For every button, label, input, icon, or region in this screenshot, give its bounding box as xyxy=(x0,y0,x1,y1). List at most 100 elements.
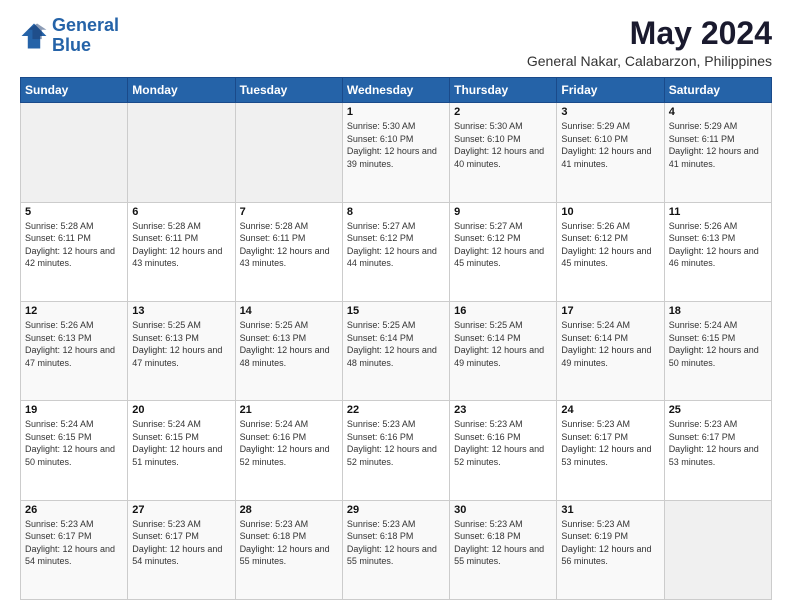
calendar-cell: 21 Sunrise: 5:24 AMSunset: 6:16 PMDayligh… xyxy=(235,401,342,500)
calendar-cell: 19Sunrise: 5:24 AMSunset: 6:15 PMDayligh… xyxy=(21,401,128,500)
day-info: Sunrise: 5:24 AMSunset: 6:14 PMDaylight:… xyxy=(561,319,659,369)
day-info: Sunrise: 5:24 AMSunset: 6:15 PMDaylight:… xyxy=(132,418,230,468)
calendar-cell xyxy=(128,103,235,202)
day-number: 9 xyxy=(454,206,552,218)
calendar-cell xyxy=(664,500,771,599)
calendar-cell: 26 Sunrise: 5:23 AMSunset: 6:17 PMDayligh… xyxy=(21,500,128,599)
calendar-cell xyxy=(21,103,128,202)
day-info: Sunrise: 5:30 AMSunset: 6:10 PMDaylight:… xyxy=(347,120,445,170)
calendar-header-wednesday: Wednesday xyxy=(342,78,449,103)
day-number: 23 xyxy=(454,404,552,416)
calendar-cell: 28 Sunrise: 5:23 AMSunset: 6:18 PMDayligh… xyxy=(235,500,342,599)
day-info: Sunrise: 5:23 AMSunset: 6:19 PMDaylight:… xyxy=(561,518,659,568)
day-number: 29 xyxy=(347,504,445,516)
day-number: 14 xyxy=(240,305,338,317)
day-number: 12 xyxy=(25,305,123,317)
day-info: Sunrise: 5:25 AMSunset: 6:13 PMDaylight:… xyxy=(132,319,230,369)
day-info: Sunrise: 5:24 AMSunset: 6:15 PMDaylight:… xyxy=(25,418,123,468)
day-number: 8 xyxy=(347,206,445,218)
calendar-cell: 11 Sunrise: 5:26 AMSunset: 6:13 PMDayligh… xyxy=(664,202,771,301)
calendar-cell: 22 Sunrise: 5:23 AMSunset: 6:16 PMDayligh… xyxy=(342,401,449,500)
day-info: Sunrise: 5:30 AMSunset: 6:10 PMDaylight:… xyxy=(454,120,552,170)
calendar-header-sunday: Sunday xyxy=(21,78,128,103)
logo-text: General Blue xyxy=(52,16,119,56)
calendar-cell: 10 Sunrise: 5:26 AMSunset: 6:12 PMDayligh… xyxy=(557,202,664,301)
day-number: 4 xyxy=(669,106,767,118)
day-info: Sunrise: 5:29 AMSunset: 6:11 PMDaylight:… xyxy=(669,120,767,170)
calendar-cell: 16 Sunrise: 5:25 AMSunset: 6:14 PMDayligh… xyxy=(450,301,557,400)
day-info: Sunrise: 5:25 AMSunset: 6:14 PMDaylight:… xyxy=(454,319,552,369)
calendar-cell: 12 Sunrise: 5:26 AMSunset: 6:13 PMDayligh… xyxy=(21,301,128,400)
day-number: 16 xyxy=(454,305,552,317)
day-info: Sunrise: 5:23 AMSunset: 6:18 PMDaylight:… xyxy=(454,518,552,568)
day-info: Sunrise: 5:23 AMSunset: 6:17 PMDaylight:… xyxy=(25,518,123,568)
day-number: 5 xyxy=(25,206,123,218)
day-number: 17 xyxy=(561,305,659,317)
calendar-cell: 1 Sunrise: 5:30 AMSunset: 6:10 PMDaylight… xyxy=(342,103,449,202)
day-number: 20 xyxy=(132,404,230,416)
day-number: 24 xyxy=(561,404,659,416)
day-info: Sunrise: 5:27 AMSunset: 6:12 PMDaylight:… xyxy=(454,220,552,270)
day-info: Sunrise: 5:25 AMSunset: 6:13 PMDaylight:… xyxy=(240,319,338,369)
day-info: Sunrise: 5:28 AMSunset: 6:11 PMDaylight:… xyxy=(132,220,230,270)
day-number: 28 xyxy=(240,504,338,516)
day-number: 6 xyxy=(132,206,230,218)
calendar-week-2: 5 Sunrise: 5:28 AMSunset: 6:11 PMDaylight… xyxy=(21,202,772,301)
calendar-header-saturday: Saturday xyxy=(664,78,771,103)
calendar-cell: 7Sunrise: 5:28 AMSunset: 6:11 PMDaylight… xyxy=(235,202,342,301)
calendar-cell: 29 Sunrise: 5:23 AMSunset: 6:18 PMDayligh… xyxy=(342,500,449,599)
day-number: 26 xyxy=(25,504,123,516)
day-number: 1 xyxy=(347,106,445,118)
day-info: Sunrise: 5:23 AMSunset: 6:17 PMDaylight:… xyxy=(669,418,767,468)
day-number: 3 xyxy=(561,106,659,118)
day-number: 15 xyxy=(347,305,445,317)
day-number: 25 xyxy=(669,404,767,416)
day-number: 30 xyxy=(454,504,552,516)
day-number: 22 xyxy=(347,404,445,416)
calendar-header-friday: Friday xyxy=(557,78,664,103)
logo: General Blue xyxy=(20,16,119,56)
day-number: 2 xyxy=(454,106,552,118)
day-info: Sunrise: 5:26 AMSunset: 6:13 PMDaylight:… xyxy=(25,319,123,369)
calendar-header-tuesday: Tuesday xyxy=(235,78,342,103)
day-number: 7 xyxy=(240,206,338,218)
day-info: Sunrise: 5:23 AMSunset: 6:17 PMDaylight:… xyxy=(561,418,659,468)
day-number: 21 xyxy=(240,404,338,416)
calendar-cell: 5 Sunrise: 5:28 AMSunset: 6:11 PMDaylight… xyxy=(21,202,128,301)
calendar-header-thursday: Thursday xyxy=(450,78,557,103)
title-block: May 2024 General Nakar, Calabarzon, Phil… xyxy=(527,16,772,69)
calendar-cell: 2 Sunrise: 5:30 AMSunset: 6:10 PMDaylight… xyxy=(450,103,557,202)
day-info: Sunrise: 5:23 AMSunset: 6:18 PMDaylight:… xyxy=(240,518,338,568)
day-info: Sunrise: 5:24 AMSunset: 6:16 PMDaylight:… xyxy=(240,418,338,468)
day-info: Sunrise: 5:29 AMSunset: 6:10 PMDaylight:… xyxy=(561,120,659,170)
calendar-cell: 17 Sunrise: 5:24 AMSunset: 6:14 PMDayligh… xyxy=(557,301,664,400)
day-number: 31 xyxy=(561,504,659,516)
calendar-cell: 24 Sunrise: 5:23 AMSunset: 6:17 PMDayligh… xyxy=(557,401,664,500)
day-info: Sunrise: 5:23 AMSunset: 6:16 PMDaylight:… xyxy=(347,418,445,468)
day-number: 10 xyxy=(561,206,659,218)
calendar-cell: 20 Sunrise: 5:24 AMSunset: 6:15 PMDayligh… xyxy=(128,401,235,500)
calendar-cell xyxy=(235,103,342,202)
day-info: Sunrise: 5:27 AMSunset: 6:12 PMDaylight:… xyxy=(347,220,445,270)
day-info: Sunrise: 5:26 AMSunset: 6:13 PMDaylight:… xyxy=(669,220,767,270)
calendar-cell: 18Sunrise: 5:24 AMSunset: 6:15 PMDayligh… xyxy=(664,301,771,400)
calendar-header-monday: Monday xyxy=(128,78,235,103)
calendar-table: SundayMondayTuesdayWednesdayThursdayFrid… xyxy=(20,77,772,600)
calendar-week-1: 1 Sunrise: 5:30 AMSunset: 6:10 PMDaylight… xyxy=(21,103,772,202)
day-number: 27 xyxy=(132,504,230,516)
day-number: 11 xyxy=(669,206,767,218)
day-number: 13 xyxy=(132,305,230,317)
day-info: Sunrise: 5:23 AMSunset: 6:18 PMDaylight:… xyxy=(347,518,445,568)
day-number: 18 xyxy=(669,305,767,317)
page: General Blue May 2024 General Nakar, Cal… xyxy=(0,0,792,612)
day-info: Sunrise: 5:28 AMSunset: 6:11 PMDaylight:… xyxy=(25,220,123,270)
logo-line1: General xyxy=(52,15,119,35)
calendar-cell: 15Sunrise: 5:25 AMSunset: 6:14 PMDayligh… xyxy=(342,301,449,400)
calendar-cell: 8 Sunrise: 5:27 AMSunset: 6:12 PMDaylight… xyxy=(342,202,449,301)
day-info: Sunrise: 5:23 AMSunset: 6:16 PMDaylight:… xyxy=(454,418,552,468)
main-title: May 2024 xyxy=(527,16,772,51)
calendar-cell: 3 Sunrise: 5:29 AMSunset: 6:10 PMDaylight… xyxy=(557,103,664,202)
calendar-cell: 4 Sunrise: 5:29 AMSunset: 6:11 PMDaylight… xyxy=(664,103,771,202)
day-info: Sunrise: 5:26 AMSunset: 6:12 PMDaylight:… xyxy=(561,220,659,270)
calendar-cell: 23 Sunrise: 5:23 AMSunset: 6:16 PMDayligh… xyxy=(450,401,557,500)
